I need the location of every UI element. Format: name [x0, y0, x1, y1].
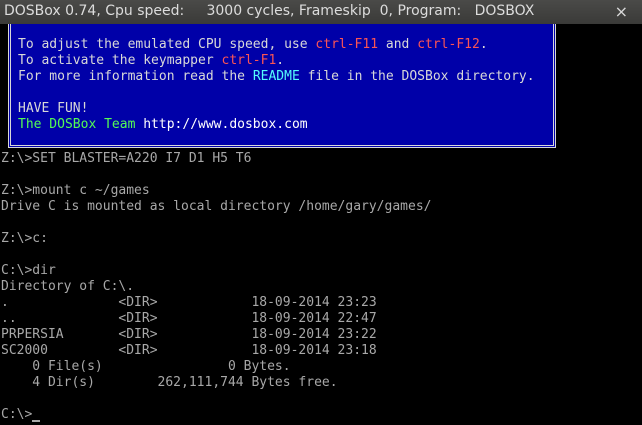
terminal-line: Z:\>c: [1, 231, 48, 246]
prompt-text: C:\> [1, 407, 33, 422]
text-cursor [32, 420, 41, 422]
dir-count-line: 4 Dir(s) 262,111,744 Bytes free. [1, 375, 338, 390]
directory-row: .. <DIR> 18-09-2014 22:47 [1, 311, 377, 326]
directory-row: . <DIR> 18-09-2014 23:23 [1, 295, 377, 310]
file-count-line: 0 File(s) 0 Bytes. [1, 359, 291, 374]
terminal-line: Z:\>mount c ~/games [1, 183, 150, 198]
terminal-line: Drive C is mounted as local directory /h… [1, 199, 432, 214]
window-title: DOSBox 0.74, Cpu speed: 3000 cycles, Fra… [4, 3, 535, 19]
close-icon[interactable]: × [615, 2, 628, 21]
terminal-output: Z:\>SET BLASTER=A220 I7 D1 H5 T6 Z:\>mou… [0, 24, 642, 422]
directory-row: SC2000 <DIR> 18-09-2014 23:18 [1, 343, 377, 358]
terminal-line: Directory of C:\. [1, 279, 135, 294]
terminal-line: C:\>dir [1, 263, 56, 278]
terminal-line: Z:\>SET BLASTER=A220 I7 D1 H5 T6 [1, 151, 252, 166]
window-titlebar[interactable]: DOSBox 0.74, Cpu speed: 3000 cycles, Fra… [0, 0, 642, 24]
directory-row: PRPERSIA <DIR> 18-09-2014 23:22 [1, 327, 377, 342]
command-prompt[interactable]: C:\> [1, 407, 41, 423]
dos-screen[interactable]: To adjust the emulated CPU speed, use ct… [0, 24, 642, 425]
